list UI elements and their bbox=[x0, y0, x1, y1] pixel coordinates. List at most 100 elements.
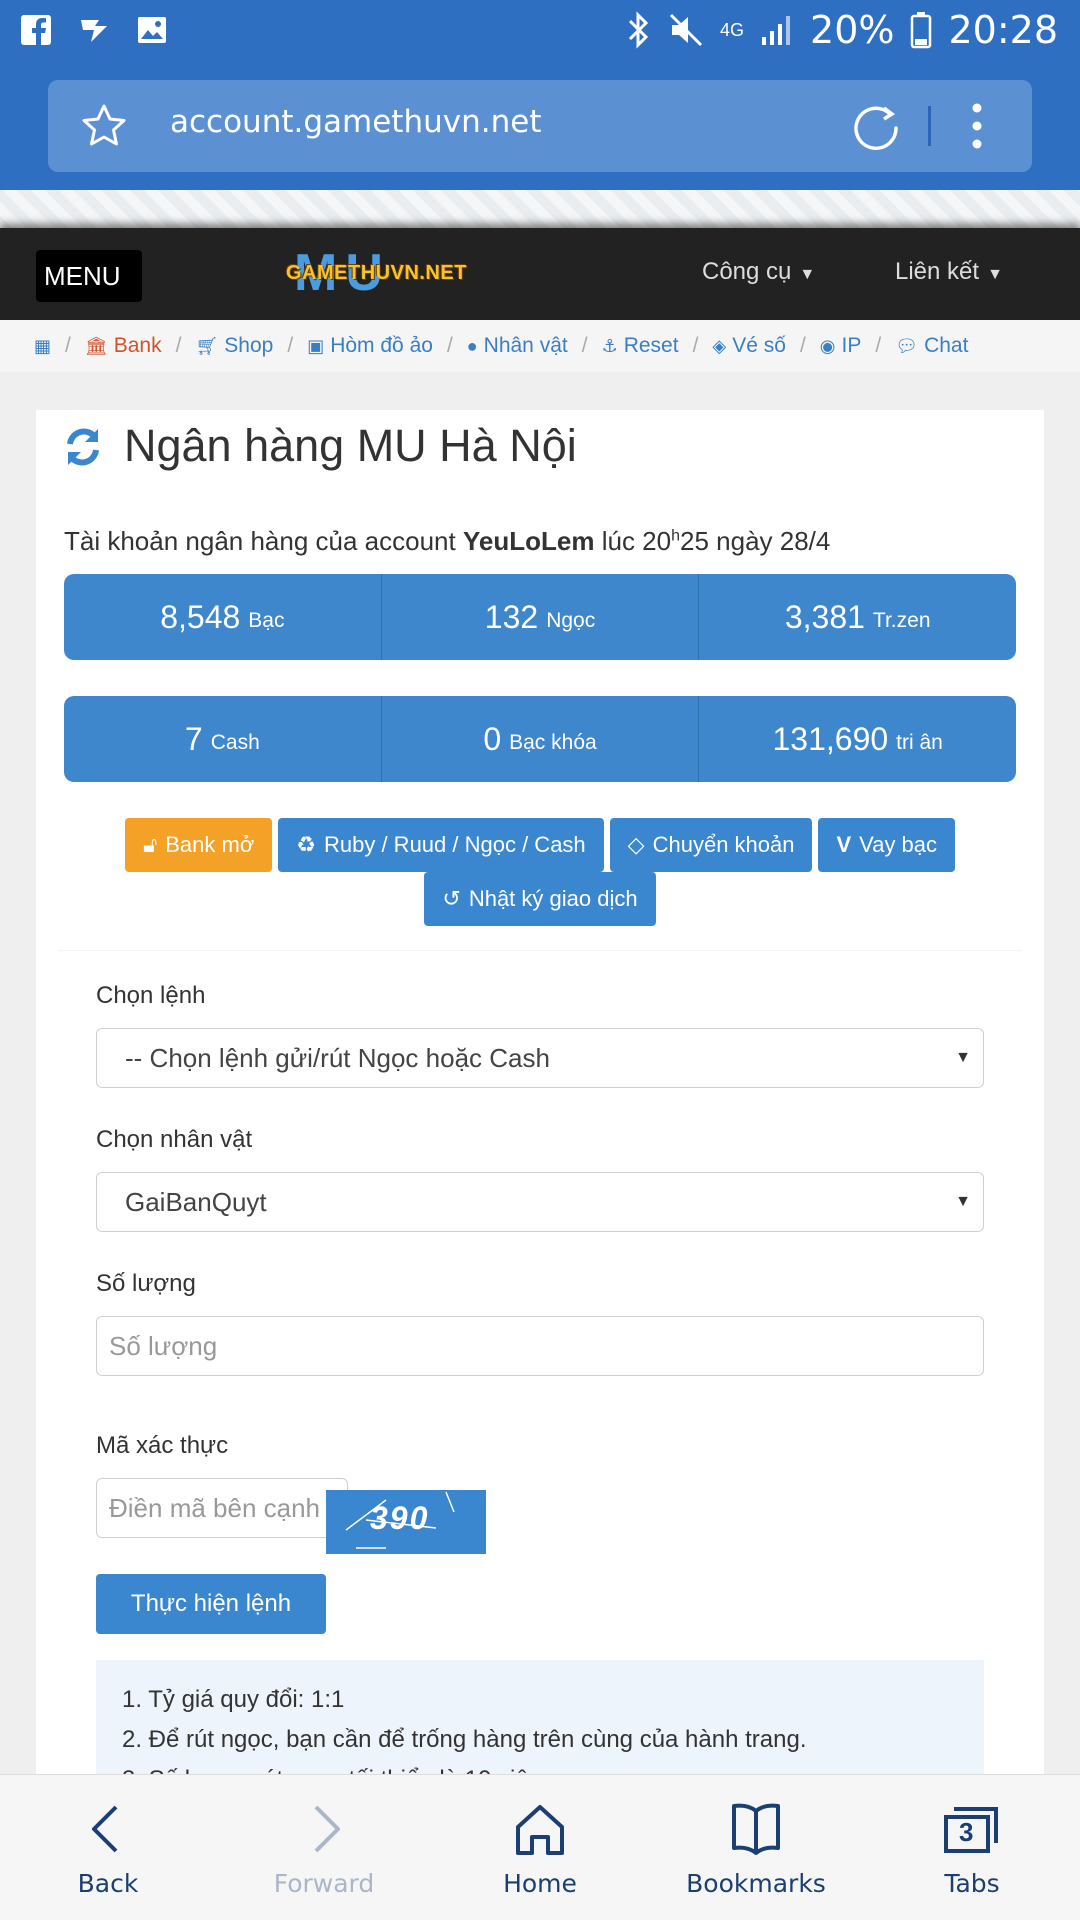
menu-button[interactable]: MENU ▼ bbox=[36, 250, 142, 341]
page-title: Ngân hàng MU Hà Nội bbox=[124, 420, 577, 471]
bluetooth-icon bbox=[628, 11, 649, 49]
site-navbar: MENU ▼ MU GAMETHUVN.NET Công cụ ▼ Liên kế… bbox=[0, 228, 1080, 341]
more-menu-icon[interactable] bbox=[972, 102, 982, 150]
tabs-icon: 3 bbox=[940, 1801, 1004, 1857]
breadcrumb-separator: / bbox=[446, 334, 453, 357]
site-logo[interactable]: MU GAMETHUVN.NET bbox=[282, 247, 500, 299]
select-arrow-icon: ▼ bbox=[955, 1049, 971, 1066]
tabs-count: 3 bbox=[959, 1817, 974, 1847]
notification-icons bbox=[20, 14, 168, 46]
stat-value: 7 bbox=[184, 720, 203, 757]
time-suffix: 25 ngày 28/4 bbox=[680, 526, 831, 556]
breadcrumb-bank[interactable]: 🏛︎ Bank bbox=[85, 334, 162, 358]
stat-unit: Bạc bbox=[248, 609, 285, 632]
tabs-label: Tabs bbox=[944, 1869, 1000, 1898]
browser-bottom-nav: Back Forward Home Bookmarks 3 Tabs bbox=[0, 1774, 1080, 1920]
breadcrumb-separator: / bbox=[65, 334, 71, 357]
forward-label: Forward bbox=[273, 1869, 375, 1898]
breadcrumb-storage[interactable]: ▣ Hòm đồ ảo bbox=[307, 334, 433, 358]
bookmarks-button[interactable]: Bookmarks bbox=[648, 1775, 864, 1920]
book-icon bbox=[732, 1803, 780, 1855]
back-button[interactable]: Back bbox=[0, 1775, 216, 1920]
time-prefix: lúc 20 bbox=[601, 526, 672, 556]
breadcrumb-character[interactable]: ● Nhân vật bbox=[467, 334, 568, 358]
captcha-label: Mã xác thực bbox=[96, 1432, 229, 1459]
battery-icon bbox=[911, 12, 932, 49]
breadcrumb-separator: / bbox=[799, 334, 806, 357]
quantity-label: Số lượng bbox=[96, 1270, 196, 1297]
character-select[interactable]: GaiBanQuyt ▼ bbox=[96, 1172, 984, 1232]
breadcrumb-calendar[interactable]: ▦ bbox=[34, 336, 51, 357]
history-button[interactable]: ↺ Nhật ký giao dịch bbox=[424, 872, 656, 926]
nav-links-dropdown[interactable]: Liên kết ▼ bbox=[895, 258, 1003, 286]
vimeo-icon: V bbox=[836, 832, 852, 857]
breadcrumb-shop[interactable]: 🛒︎ Shop bbox=[195, 334, 273, 358]
stat-unit: Cash bbox=[210, 731, 260, 754]
bank-open-button[interactable]: 🔓︎ Bank mở bbox=[124, 818, 273, 872]
transfer-icon: ◇ bbox=[627, 832, 645, 857]
url-text[interactable]: account.gamethuvn.net bbox=[170, 104, 541, 140]
breadcrumb-chat[interactable]: 💬︎ Chat bbox=[895, 334, 968, 358]
tabs-button[interactable]: 3 Tabs bbox=[864, 1775, 1080, 1920]
balance-row-2: 7 Cash 0 Bạc khóa 131,690 tri ân bbox=[64, 696, 1016, 782]
messenger-check-icon bbox=[81, 20, 107, 42]
bank-form: Chọn lệnh -- Chọn lệnh gửi/rút Ngọc hoặc… bbox=[58, 950, 1022, 1780]
note-item: 2. Để rút ngọc, bạn cần để trống hàng tr… bbox=[122, 1726, 807, 1753]
suitcase-icon: ▣ bbox=[307, 335, 325, 356]
breadcrumb-storage-label: Hòm đồ ảo bbox=[330, 334, 433, 357]
user-icon: ● bbox=[466, 335, 478, 356]
breadcrumb-lottery[interactable]: ◈ Vé số bbox=[712, 334, 786, 358]
stat-value: 3,381 bbox=[784, 598, 865, 635]
balance-trzen: 3,381 Tr.zen bbox=[699, 574, 1016, 660]
nav-tools-dropdown[interactable]: Công cụ ▼ bbox=[702, 258, 815, 286]
breadcrumb-reset[interactable]: ⚓︎ Reset bbox=[602, 334, 679, 358]
quantity-input[interactable]: Số lượng bbox=[96, 1316, 984, 1376]
browser-top-bar: 4G 20% 20:28 account.gamethuvn.net bbox=[0, 0, 1080, 190]
ruby-exchange-button[interactable]: ♻ Ruby / Ruud / Ngọc / Cash bbox=[278, 818, 604, 872]
caret-down-icon: ▼ bbox=[799, 266, 816, 283]
breadcrumb-separator: / bbox=[692, 334, 699, 357]
cart-icon: 🛒︎ bbox=[195, 335, 219, 356]
stat-unit: Bạc khóa bbox=[509, 731, 597, 754]
balance-ngoc: 132 Ngọc bbox=[382, 574, 700, 660]
submit-button[interactable]: Thực hiện lệnh bbox=[96, 1574, 326, 1634]
logo-text: GAMETHUVN.NET bbox=[286, 262, 467, 284]
captcha-input[interactable]: Điền mã bên cạnh bbox=[96, 1478, 348, 1538]
breadcrumb-shop-label: Shop bbox=[224, 334, 274, 357]
ticket-icon: ◈ bbox=[712, 335, 727, 356]
stat-value: 131,690 bbox=[772, 720, 889, 757]
breadcrumb-separator: / bbox=[287, 334, 294, 357]
network-type: 4G bbox=[720, 20, 745, 40]
select-arrow-icon: ▼ bbox=[955, 1193, 971, 1210]
history-icon: ↺ bbox=[442, 886, 461, 911]
loan-button[interactable]: V Vay bạc bbox=[818, 818, 956, 872]
balance-cash: 7 Cash bbox=[64, 696, 382, 782]
stat-unit: Ngọc bbox=[546, 609, 596, 632]
breadcrumb-separator: / bbox=[175, 334, 182, 357]
bank-panel: Ngân hàng MU Hà Nội Tài khoản ngân hàng … bbox=[36, 410, 1044, 1860]
ruby-exchange-label: Ruby / Ruud / Ngọc / Cash bbox=[323, 832, 586, 857]
home-icon bbox=[516, 1805, 564, 1855]
url-divider bbox=[928, 106, 931, 146]
history-label: Nhật ký giao dịch bbox=[468, 886, 638, 911]
stat-value: 0 bbox=[483, 720, 502, 757]
forward-button[interactable]: Forward bbox=[216, 1775, 432, 1920]
transfer-label: Chuyển khoản bbox=[652, 832, 795, 857]
home-label: Home bbox=[503, 1869, 577, 1898]
reload-icon[interactable] bbox=[850, 100, 902, 152]
balance-row-1: 8,548 Bạc 132 Ngọc 3,381 Tr.zen bbox=[64, 574, 1016, 660]
account-name: YeuLoLem bbox=[462, 526, 595, 556]
command-select[interactable]: -- Chọn lệnh gửi/rút Ngọc hoặc Cash ▼ bbox=[96, 1028, 984, 1088]
star-icon[interactable] bbox=[80, 102, 128, 150]
nav-tools-label: Công cụ bbox=[702, 258, 792, 285]
transfer-button[interactable]: ◇ Chuyển khoản bbox=[609, 818, 813, 872]
breadcrumb-ip-label: IP bbox=[841, 334, 862, 357]
character-select-value: GaiBanQuyt bbox=[125, 1187, 267, 1217]
address-bar[interactable]: account.gamethuvn.net bbox=[48, 80, 1032, 172]
account-info: Tài khoản ngân hàng của account YeuLoLem… bbox=[64, 526, 830, 557]
stat-value: 132 bbox=[484, 598, 539, 635]
user-secret-icon: ◉ bbox=[819, 335, 836, 356]
breadcrumb-ip[interactable]: ◉ IP bbox=[820, 334, 862, 358]
home-button[interactable]: Home bbox=[432, 1775, 648, 1920]
refresh-icon[interactable] bbox=[62, 426, 104, 468]
